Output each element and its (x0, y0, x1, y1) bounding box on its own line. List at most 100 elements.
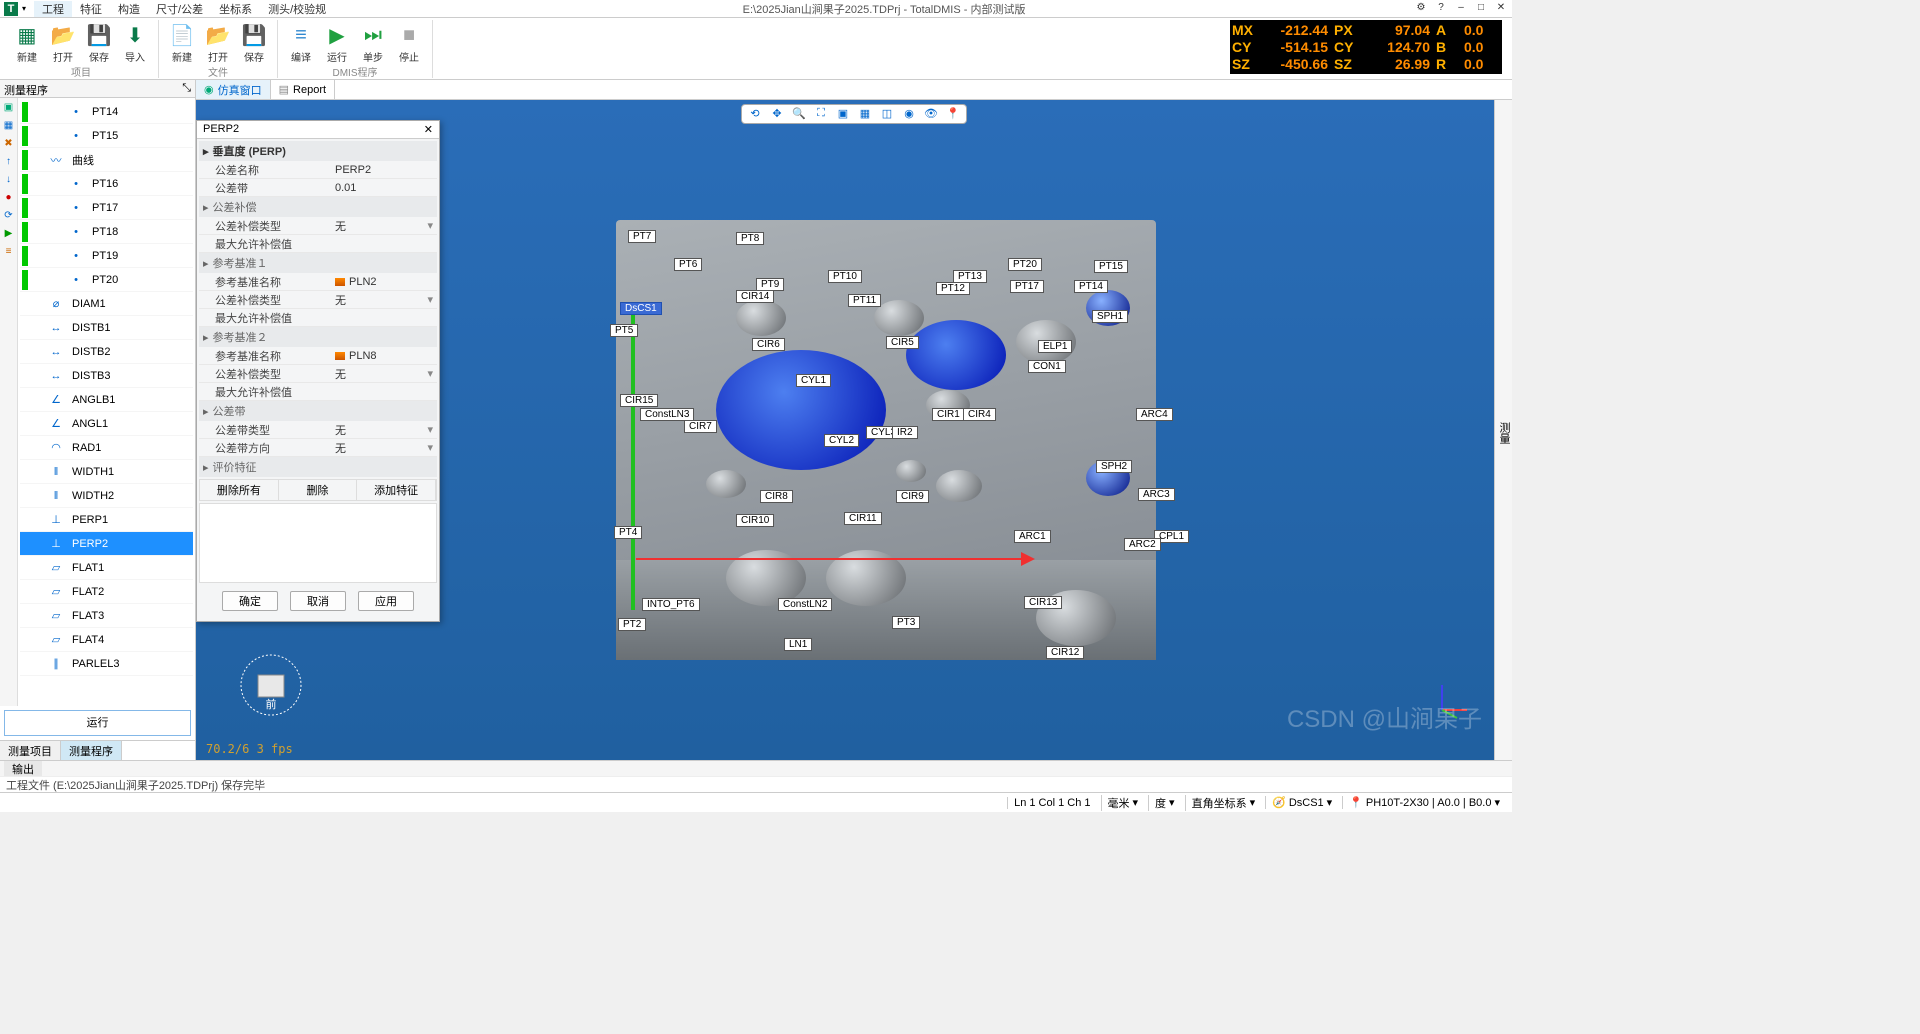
tab-measure-program[interactable]: 测量程序 (61, 741, 122, 760)
ok-button[interactable]: 确定 (222, 591, 278, 611)
feature-label-CIR5[interactable]: CIR5 (886, 336, 919, 349)
tool-5-icon[interactable]: ↓ (3, 174, 15, 186)
prop-close-icon[interactable]: ✕ (424, 123, 433, 136)
ribbon-import[interactable]: ⬇导入 (118, 20, 152, 64)
tool-4-icon[interactable]: ↑ (3, 156, 15, 168)
tree-item-WIDTH1[interactable]: ‖WIDTH1 (20, 460, 193, 484)
feature-label-PT11[interactable]: PT11 (848, 294, 881, 307)
ribbon-open-file[interactable]: 📂打开 (201, 20, 235, 64)
feature-label-PT5[interactable]: PT5 (610, 324, 638, 337)
status-units[interactable]: 毫米 ▾ (1101, 795, 1145, 811)
tree-item-DISTB1[interactable]: ↔DISTB1 (20, 316, 193, 340)
tree-item-PT16[interactable]: •PT16 (20, 172, 193, 196)
feature-label-CIR10[interactable]: CIR10 (736, 514, 774, 527)
feature-label-SPH2[interactable]: SPH2 (1096, 460, 1132, 473)
feature-label-PT15[interactable]: PT15 (1094, 260, 1128, 273)
tree-item-PERP1[interactable]: ⊥PERP1 (20, 508, 193, 532)
feature-label-CON1[interactable]: CON1 (1028, 360, 1066, 373)
prop-row[interactable]: 最大允许补偿值 (199, 383, 437, 401)
tree-item-DIAM1[interactable]: ⌀DIAM1 (20, 292, 193, 316)
prop-row[interactable]: 最大允许补偿值 (199, 309, 437, 327)
feature-label-PT12[interactable]: PT12 (936, 282, 970, 295)
delete-all-button[interactable]: 删除所有 (200, 480, 279, 500)
tree-item-FLAT3[interactable]: ▱FLAT3 (20, 604, 193, 628)
app-menu-dropdown[interactable]: ▾ (22, 4, 26, 13)
nav-cube[interactable]: 前 (236, 650, 306, 720)
feature-label-PT4[interactable]: PT4 (614, 526, 642, 539)
menu-feature[interactable]: 特征 (72, 1, 110, 17)
ribbon-save-file[interactable]: 💾保存 (237, 20, 271, 64)
close-icon[interactable]: ✕ (1494, 2, 1508, 16)
feature-label-ARC1[interactable]: ARC1 (1014, 530, 1051, 543)
tree-item-PT17[interactable]: •PT17 (20, 196, 193, 220)
ribbon-run[interactable]: ▶运行 (320, 20, 354, 64)
feature-label-PT14[interactable]: PT14 (1074, 280, 1108, 293)
ribbon-open-proj[interactable]: 📂打开 (46, 20, 80, 64)
status-deg[interactable]: 度 ▾ (1148, 795, 1181, 811)
feature-label-PT20[interactable]: PT20 (1008, 258, 1042, 271)
feature-label-PT2[interactable]: PT2 (618, 618, 646, 631)
status-probe[interactable]: 📍 PH10T-2X30 | A0.0 | B0.0 ▾ (1342, 796, 1506, 809)
feature-label-INTO_PT6[interactable]: INTO_PT6 (642, 598, 700, 611)
view-pan-icon[interactable]: ✥ (770, 107, 784, 121)
minimize-icon[interactable]: – (1454, 2, 1468, 16)
feature-label-CIR12[interactable]: CIR12 (1046, 646, 1084, 659)
feature-label-CIR15[interactable]: CIR15 (620, 394, 658, 407)
view-probe-icon[interactable]: 📍 (946, 107, 960, 121)
feature-label-CIR14[interactable]: CIR14 (736, 290, 774, 303)
prop-row[interactable]: 最大允许补偿值 (199, 235, 437, 253)
tool-8-icon[interactable]: ▶ (3, 228, 15, 240)
prop-row[interactable]: 公差名称PERP2 (199, 161, 437, 179)
prop-row[interactable]: 公差补偿类型无▾ (199, 365, 437, 383)
feature-label-PT3[interactable]: PT3 (892, 616, 920, 629)
prop-row[interactable]: 公差带0.01 (199, 179, 437, 197)
feature-label-ELP1[interactable]: ELP1 (1038, 340, 1072, 353)
feature-label-CIR9[interactable]: CIR9 (896, 490, 929, 503)
feature-label-PT7[interactable]: PT7 (628, 230, 656, 243)
tree-item-RAD1[interactable]: ◠RAD1 (20, 436, 193, 460)
prop-row[interactable]: 参考基准名称PLN2 (199, 273, 437, 291)
tool-3-icon[interactable]: ✖ (3, 138, 15, 150)
feature-label-CIR7[interactable]: CIR7 (684, 420, 717, 433)
feature-label-ARC2[interactable]: ARC2 (1124, 538, 1161, 551)
tree-item-PARLEL3[interactable]: ∥PARLEL3 (20, 652, 193, 676)
feature-label-SPH1[interactable]: SPH1 (1092, 310, 1128, 323)
apply-button[interactable]: 应用 (358, 591, 414, 611)
run-button[interactable]: 运行 (4, 710, 191, 736)
tree-item-FLAT2[interactable]: ▱FLAT2 (20, 580, 193, 604)
cancel-button[interactable]: 取消 (290, 591, 346, 611)
feature-label-LN1[interactable]: LN1 (784, 638, 812, 651)
view-select-icon[interactable]: ▣ (836, 107, 850, 121)
delete-button[interactable]: 删除 (279, 480, 358, 500)
tab-simulation[interactable]: ◉仿真窗口 (196, 80, 271, 99)
tree-item-DISTB3[interactable]: ↔DISTB3 (20, 364, 193, 388)
feature-label-PT10[interactable]: PT10 (828, 270, 862, 283)
prop-row[interactable]: 公差补偿类型无▾ (199, 291, 437, 309)
feature-label-CIR13[interactable]: CIR13 (1024, 596, 1062, 609)
ribbon-save-proj[interactable]: 💾保存 (82, 20, 116, 64)
right-strip[interactable]: 测量 (1494, 100, 1512, 760)
tool-1-icon[interactable]: ▣ (3, 102, 15, 114)
feature-label-IR2[interactable]: IR2 (892, 426, 918, 439)
tree-item-PT15[interactable]: •PT15 (20, 124, 193, 148)
prop-row[interactable]: 参考基准名称PLN8 (199, 347, 437, 365)
tab-report[interactable]: ▤Report (271, 80, 335, 99)
feature-label-CIR4[interactable]: CIR4 (963, 408, 996, 421)
output-tab[interactable]: 输出 (4, 761, 42, 776)
tree-item-PT19[interactable]: •PT19 (20, 244, 193, 268)
feature-label-ARC4[interactable]: ARC4 (1136, 408, 1173, 421)
program-tree[interactable]: •PT14•PT15〰曲线•PT16•PT17•PT18•PT19•PT20⌀D… (18, 98, 195, 706)
feature-label-CIR11[interactable]: CIR11 (844, 512, 882, 525)
tool-9-icon[interactable]: ≡ (3, 246, 15, 258)
feature-label-CYL2[interactable]: CYL2 (824, 434, 859, 447)
feature-label-PT17[interactable]: PT17 (1010, 280, 1044, 293)
status-coord[interactable]: 直角坐标系 ▾ (1185, 795, 1262, 811)
tool-2-icon[interactable]: ▦ (3, 120, 15, 132)
view-fit-icon[interactable]: ⛶ (814, 107, 828, 121)
status-cs[interactable]: 🧭 DsCS1 ▾ (1265, 796, 1338, 809)
tree-item-PT18[interactable]: •PT18 (20, 220, 193, 244)
ribbon-step[interactable]: ⏭单步 (356, 20, 390, 64)
feature-label-CIR8[interactable]: CIR8 (760, 490, 793, 503)
prop-row[interactable]: 公差带方向无▾ (199, 439, 437, 457)
tree-item-PT14[interactable]: •PT14 (20, 100, 193, 124)
